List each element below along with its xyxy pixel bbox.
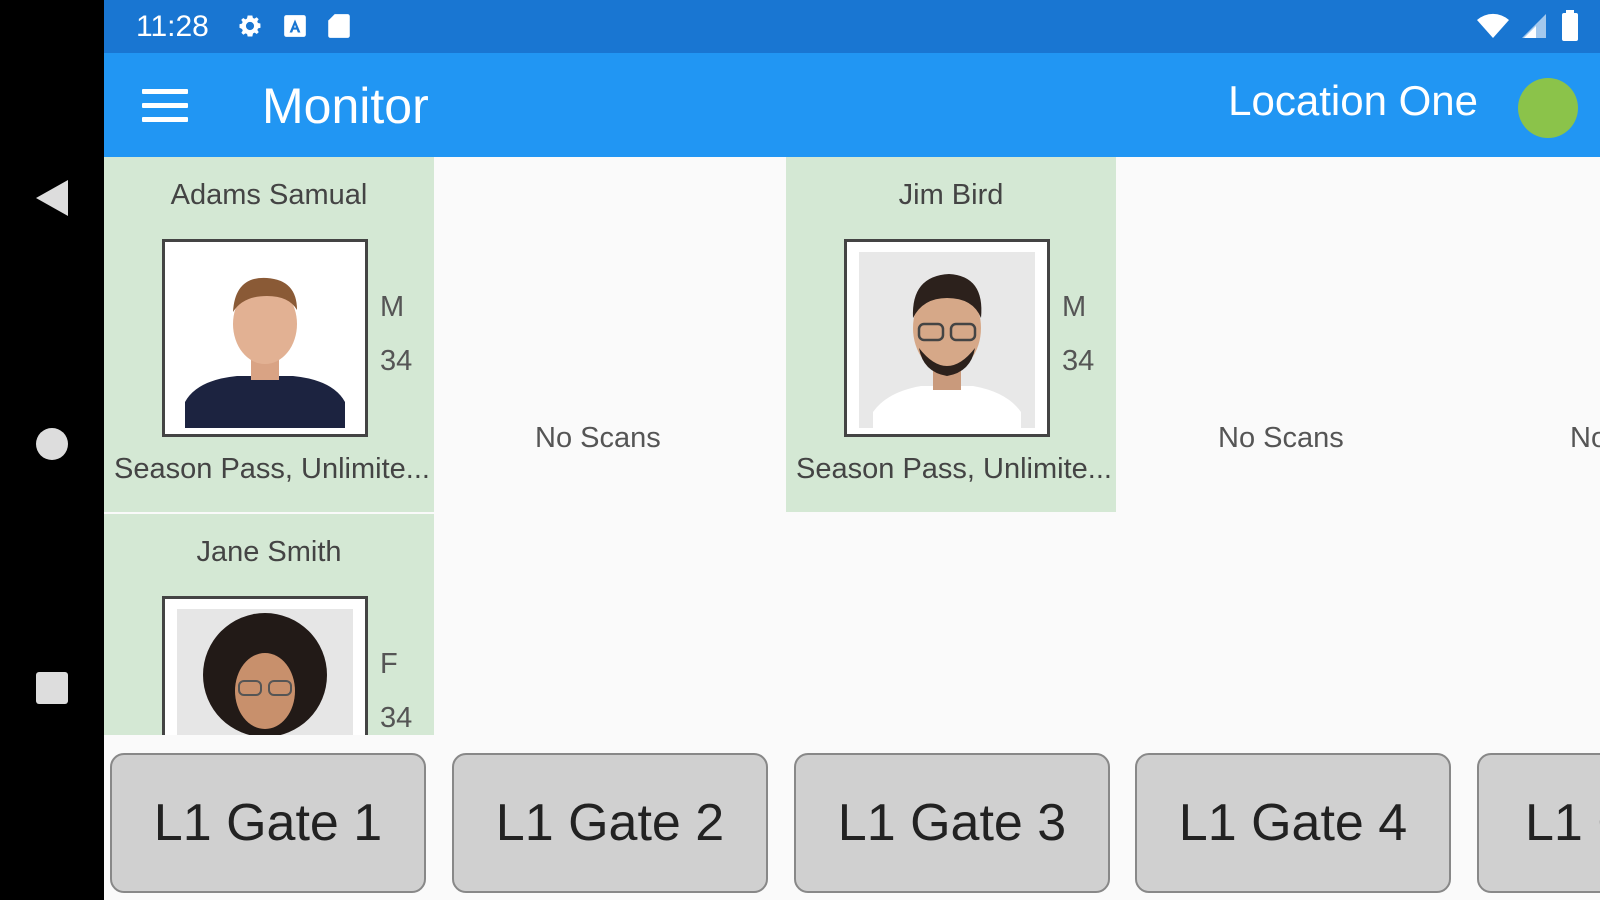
status-time: 11:28 (136, 10, 209, 43)
page-title: Monitor (262, 78, 429, 134)
scan-card[interactable]: Jane Smith F 34 (104, 514, 434, 735)
back-icon[interactable] (0, 178, 104, 218)
person-photo (162, 239, 368, 437)
font-icon (284, 15, 306, 37)
gate-button-3[interactable]: L1 Gate 3 (794, 753, 1110, 893)
no-scans-label-partial: No (1570, 422, 1600, 454)
gate-button-1[interactable]: L1 Gate 1 (110, 753, 426, 893)
gate-bar: L1 Gate 1 L1 Gate 2 L1 Gate 3 L1 Gate 4 … (104, 735, 1600, 900)
connection-status-indicator (1518, 78, 1578, 138)
sd-card-icon (328, 14, 350, 38)
person-photo (162, 596, 368, 735)
scan-card[interactable]: Adams Samual M 34 Season Pass, Unlimite.… (104, 157, 434, 512)
settings-icon (239, 15, 261, 37)
person-gender: F (380, 648, 398, 680)
person-gender: M (380, 291, 405, 323)
app-screen: 11:28 Monitor Location One Adams Samual (104, 0, 1600, 900)
signal-icon (1522, 14, 1546, 38)
person-name: Jane Smith (196, 536, 342, 568)
app-bar: Monitor Location One (104, 53, 1600, 157)
location-label: Location One (1228, 77, 1478, 124)
no-scans-label: No Scans (1218, 422, 1344, 454)
home-icon[interactable] (0, 424, 104, 464)
recents-icon[interactable] (0, 668, 104, 708)
hamburger-menu-icon[interactable] (142, 89, 188, 123)
person-age: 34 (380, 345, 413, 377)
person-photo (844, 239, 1050, 437)
scan-card[interactable]: Jim Bird M 34 Season Pass, Unlimite... (786, 157, 1116, 512)
person-name: Jim Bird (898, 179, 1004, 211)
person-name: Adams Samual (170, 179, 368, 211)
no-scans-label: No Scans (535, 422, 661, 454)
battery-icon (1562, 10, 1578, 41)
scan-grid: Adams Samual M 34 Season Pass, Unlimite.… (104, 157, 1600, 735)
wifi-icon (1477, 13, 1509, 39)
pass-type: Season Pass, Unlimite... (796, 453, 1112, 485)
gate-button-2[interactable]: L1 Gate 2 (452, 753, 768, 893)
gate-button-5[interactable]: L1 G (1477, 753, 1600, 893)
person-age: 34 (380, 702, 413, 734)
system-nav-bar (0, 0, 104, 900)
person-gender: M (1062, 291, 1087, 323)
gate-button-4[interactable]: L1 Gate 4 (1135, 753, 1451, 893)
pass-type: Season Pass, Unlimite... (114, 453, 430, 485)
status-bar: 11:28 (104, 0, 1600, 53)
person-age: 34 (1062, 345, 1095, 377)
